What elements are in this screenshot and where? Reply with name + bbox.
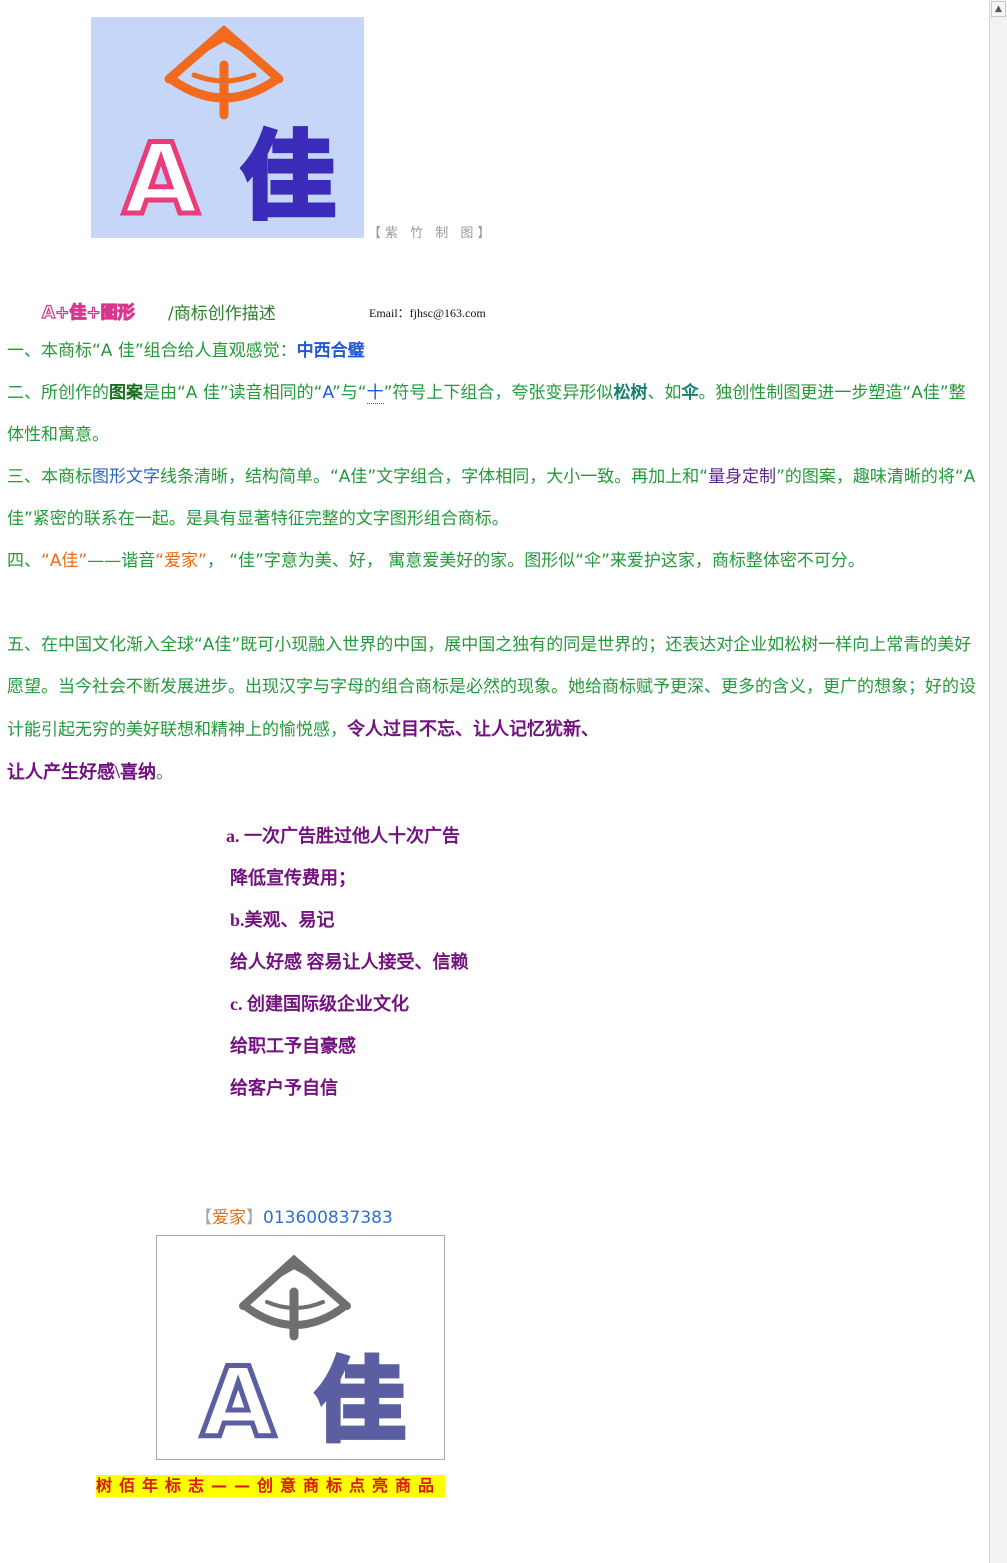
p2-text: 、如 bbox=[647, 383, 682, 403]
benefit-item: 给人好感 容易让人接受、信赖 bbox=[230, 952, 469, 972]
paragraph-1: 一、本商标“A 佳”组合给人直观感觉：中西合璧 bbox=[7, 330, 979, 372]
contact-line: 【爱家】013600837383 bbox=[195, 1203, 393, 1228]
benefit-item: 降低宣传费用； bbox=[230, 868, 356, 888]
benefit-item: 给职工予自豪感 bbox=[230, 1036, 356, 1056]
p4-text: ， “佳”字意为美、好， 寓意爱美好的家。图形似“伞”来爱护这家，商标整体密不可… bbox=[206, 551, 865, 571]
paragraph-3: 三、本商标图形文字线条清晰，结构简单。“A佳”文字组合，字体相同，大小一致。再加… bbox=[7, 456, 979, 540]
benefit-item: 给客户予自信 bbox=[230, 1078, 338, 1098]
p2-text: 二、所创作的 bbox=[7, 383, 109, 403]
p4-text: 四、 bbox=[7, 551, 41, 571]
umbrella-icon bbox=[164, 25, 284, 120]
p1-highlight: 中西合璧 bbox=[296, 341, 365, 361]
p3-text: 线条清晰，结构简单。“A佳”文字组合，字体相同，大小一致。再加上和“ bbox=[160, 467, 709, 487]
logo-letter-a: A bbox=[201, 1347, 275, 1459]
umbrella-icon bbox=[239, 1254, 351, 1341]
art-title: A+佳+图形 bbox=[41, 302, 135, 323]
p3-text: 三、本商标 bbox=[7, 467, 92, 487]
benefit-item: b.美观、易记 bbox=[230, 910, 335, 930]
p3-keyword-custom: 量身定制 bbox=[708, 467, 777, 487]
vertical-scrollbar[interactable]: ▲ bbox=[989, 0, 1007, 1563]
p2-text: ”与“ bbox=[332, 383, 367, 403]
p5-text: 。 bbox=[156, 763, 174, 783]
p2-keyword-pine: 松树 bbox=[613, 383, 648, 403]
logo-letter-jia: 佳 bbox=[315, 1349, 405, 1454]
p2-keyword-umbrella: 伞 bbox=[681, 383, 699, 403]
a-jia-logo-gray: A 佳 bbox=[156, 1235, 445, 1462]
p2-text: 是由“A 佳”读音相同的“ bbox=[143, 383, 323, 403]
p2-letter-a: A bbox=[322, 383, 332, 403]
heading-subtitle: /商标创作描述 bbox=[168, 304, 276, 324]
slogan-banner: 树佰年标志——创意商标点亮商品 bbox=[96, 1475, 446, 1497]
p2-text: ”符号上下组合，夸张变异形似 bbox=[383, 383, 614, 403]
p4-text: ——谐音 bbox=[87, 551, 156, 571]
p1-text: 一、本商标“A 佳”组合给人直观感觉： bbox=[7, 341, 297, 361]
heading-line: A+佳+图形 /商标创作描述 Email：fjhsc@163.com bbox=[41, 298, 485, 324]
logo-letter-jia: 佳 bbox=[241, 123, 335, 232]
bracket-close: 】 bbox=[246, 1208, 263, 1228]
a-jia-logo-color: A 佳 bbox=[91, 17, 364, 240]
document-page: A 佳 【紫 竹 制 图】 A+佳+图形 /商标创作描述 Email：fjhsc… bbox=[0, 0, 989, 1563]
logo-letter-a: A bbox=[123, 123, 199, 237]
contact-phone: 013600837383 bbox=[263, 1208, 393, 1228]
contact-name: 爱家 bbox=[212, 1208, 246, 1228]
paragraph-2: 二、所创作的图案是由“A 佳”读音相同的“A”与“十”符号上下组合，夸张变异形似… bbox=[7, 372, 979, 456]
scroll-up-arrow-icon[interactable]: ▲ bbox=[991, 1, 1006, 17]
paragraph-5: 五、在中国文化渐入全球“A佳”既可小现融入世界的中国，展中国之独有的同是世界的；… bbox=[7, 624, 979, 794]
p3-keyword: 图形文字 bbox=[92, 467, 160, 487]
benefit-item: c. 创建国际级企业文化 bbox=[230, 994, 409, 1014]
logo-graphic: A 佳 bbox=[199, 1254, 408, 1462]
image-caption: 【紫 竹 制 图】 bbox=[368, 226, 495, 241]
p4-keyword-aijia: “爱家” bbox=[155, 551, 207, 571]
p5-emphasis: 令人过目不忘、让人记忆犹新、 bbox=[347, 719, 599, 739]
paragraph-4: 四、“A佳”——谐音“爱家”， “佳”字意为美、好， 寓意爱美好的家。图形似“伞… bbox=[7, 540, 979, 582]
p2-keyword-pattern: 图案 bbox=[109, 383, 143, 403]
benefit-item: a. 一次广告胜过他人十次广告 bbox=[226, 826, 460, 846]
email-text: Email：fjhsc@163.com bbox=[369, 306, 486, 320]
p4-keyword-ajia: “A佳” bbox=[41, 551, 88, 571]
p5-emphasis: 让人产生好感\喜纳 bbox=[7, 762, 157, 782]
logo-graphic: A 佳 bbox=[121, 25, 338, 240]
p2-cross-symbol: 十 bbox=[366, 383, 384, 404]
bracket-open: 【 bbox=[195, 1208, 212, 1228]
